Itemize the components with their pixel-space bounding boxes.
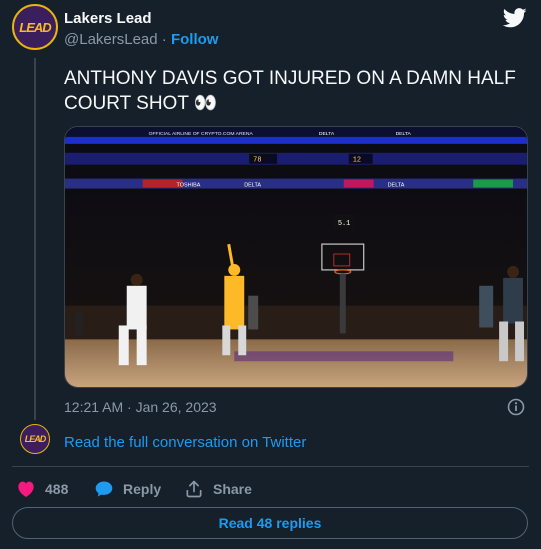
- tweet-video-thumbnail[interactable]: OFFICIAL AIRLINE OF CRYPTO.COM ARENA DEL…: [64, 126, 528, 388]
- twitter-bird-icon[interactable]: [503, 8, 527, 28]
- author-avatar-small[interactable]: LEAD: [20, 424, 50, 454]
- follow-button[interactable]: Follow: [171, 31, 219, 48]
- heart-icon: [18, 481, 34, 497]
- share-label: Share: [213, 481, 252, 497]
- share-action[interactable]: Share: [184, 479, 252, 499]
- reply-action[interactable]: Reply: [94, 479, 161, 499]
- banner-delta-1: DELTA: [319, 131, 335, 137]
- author-name[interactable]: Lakers Lead: [64, 10, 152, 27]
- share-icon: [186, 480, 202, 498]
- ribbon-delta-2: DELTA: [388, 183, 405, 189]
- chat-bubble-icon: [95, 481, 113, 497]
- read-replies-button[interactable]: Read 48 replies: [12, 507, 528, 539]
- basketball-scene: OFFICIAL AIRLINE OF CRYPTO.COM ARENA DEL…: [65, 127, 527, 387]
- reply-label: Reply: [123, 481, 162, 497]
- divider: [12, 466, 529, 467]
- banner-delta-2: DELTA: [396, 131, 412, 137]
- avatar-logo-text-small: LEAD: [24, 434, 46, 444]
- handle-separator: ·: [161, 31, 167, 48]
- banner-top-left: OFFICIAL AIRLINE OF CRYPTO.COM ARENA: [149, 131, 254, 137]
- info-icon[interactable]: [507, 398, 525, 416]
- author-handle-row: @LakersLead · Follow: [64, 31, 218, 48]
- like-action[interactable]: 488: [16, 479, 68, 499]
- scoreboard-left: 78: [253, 157, 261, 165]
- scoreboard-right: 12: [353, 157, 361, 165]
- ribbon-toshiba: TOSHIBA: [177, 183, 201, 189]
- tweet-text: ANTHONY DAVIS GOT INJURED ON A DAMN HALF…: [64, 68, 516, 114]
- like-count: 488: [45, 481, 69, 497]
- ribbon-delta-1: DELTA: [244, 183, 261, 189]
- tweet-timestamp[interactable]: 12:21 AM · Jan 26, 2023: [64, 399, 217, 415]
- thread-line: [34, 58, 36, 420]
- read-full-conversation-link[interactable]: Read the full conversation on Twitter: [64, 434, 306, 451]
- avatar-logo-text: LEAD: [19, 19, 51, 35]
- shot-clock: 5.1: [338, 220, 351, 228]
- author-avatar[interactable]: LEAD: [12, 4, 58, 50]
- author-handle[interactable]: @LakersLead: [64, 31, 158, 48]
